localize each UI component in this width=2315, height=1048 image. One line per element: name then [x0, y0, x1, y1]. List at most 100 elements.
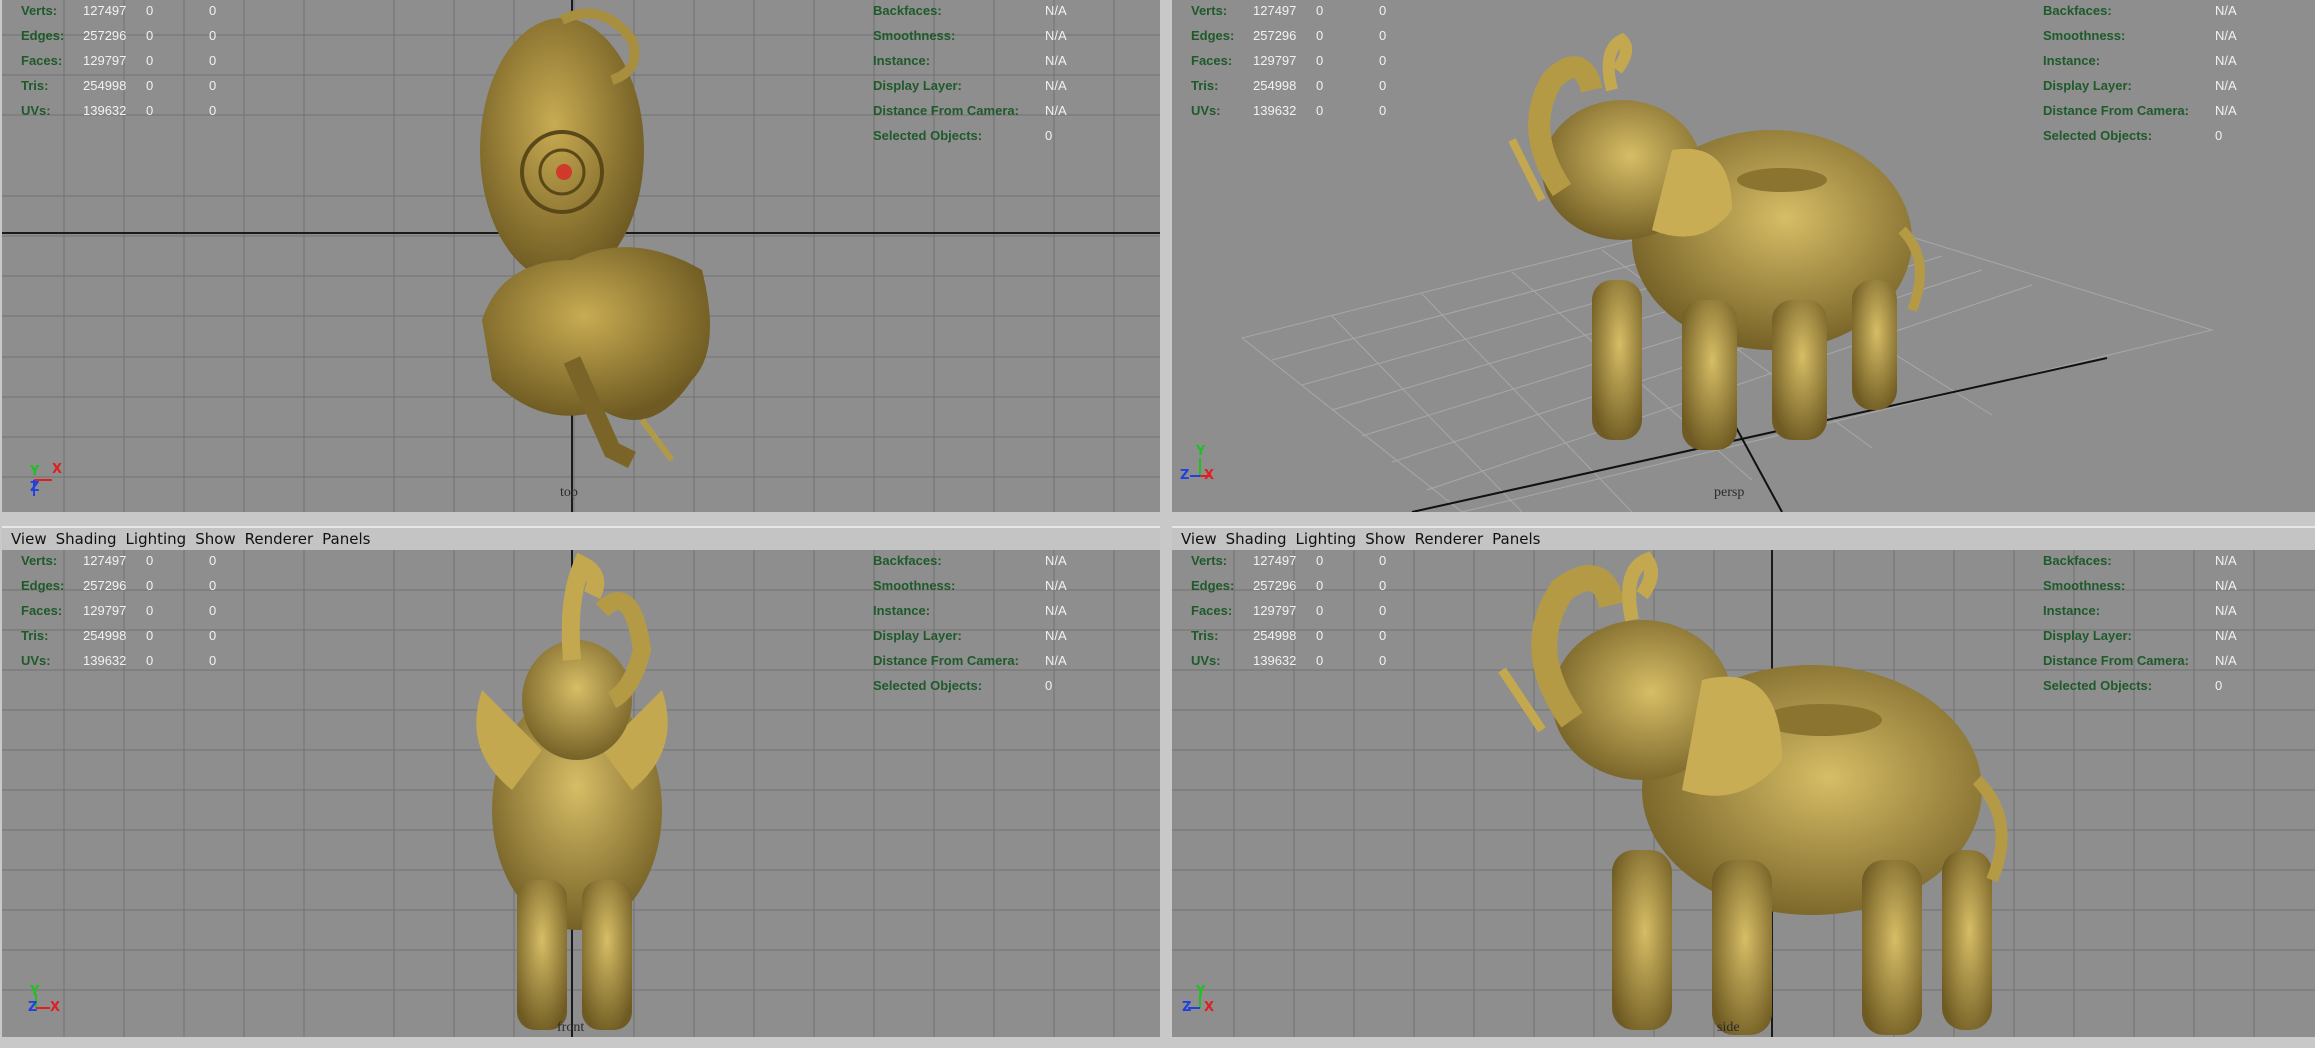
elephant-model-top[interactable]: [452, 0, 752, 512]
hud-row: Faces: 129797 0 0: [1191, 598, 1386, 623]
hud-value: 0: [1316, 103, 1324, 118]
axis-x-label: X: [1204, 468, 1215, 483]
hud-value: 257296: [83, 28, 127, 43]
menu-renderer[interactable]: Renderer: [245, 530, 313, 548]
hud-object-details: Backfaces: N/A Smoothness: N/A Instance: N/A D…: [2043, 0, 2237, 148]
hud-value: N/A: [1045, 553, 1067, 568]
hud-label: UVs:: [1191, 653, 1221, 668]
hud-row: Verts: 127497 0 0: [1191, 0, 1386, 23]
hud-row: Edges: 257296 0 0: [1191, 573, 1386, 598]
menu-view[interactable]: View: [1181, 530, 1217, 548]
hud-value: 139632: [83, 103, 127, 118]
viewport-front[interactable]: Verts: 127497 0 0 Edges: 257296 0 0 Faces: 129797…: [2, 550, 1160, 1037]
viewport-side[interactable]: Verts: 127497 0 0 Edges: 257296 0 0 Faces: 129797…: [1172, 550, 2315, 1037]
viewport-top[interactable]: Verts: 127497 0 0 Edges: 257296 0 0 Faces: 129797…: [2, 0, 1160, 512]
panel-divider-vertical[interactable]: [1160, 0, 1172, 1048]
viewport-persp[interactable]: Verts: 127497 0 0 Edges: 257296 0 0 Faces: 129797…: [1172, 0, 2315, 512]
hud-label: Instance:: [873, 53, 931, 68]
axis-x-label: X: [52, 462, 63, 477]
hud-value: 0: [1379, 3, 1387, 18]
hud-value: 257296: [1253, 28, 1297, 43]
hud-row: Edges: 257296 0 0: [1191, 23, 1386, 48]
menu-shading[interactable]: Shading: [56, 530, 117, 548]
hud-value: N/A: [2215, 578, 2237, 593]
hud-value: 0: [146, 603, 154, 618]
hud-label: Verts:: [21, 553, 58, 568]
hud-row: UVs: 139632 0 0: [21, 648, 216, 673]
axis-x-label: X: [50, 1000, 61, 1015]
elephant-model-persp[interactable]: [1472, 30, 1972, 490]
hud-value: 0: [1379, 628, 1387, 643]
hud-value: 129797: [83, 53, 127, 68]
hud-label: UVs:: [21, 103, 51, 118]
hud-value: 0: [1316, 653, 1324, 668]
camera-name: front: [557, 1020, 585, 1035]
hud-value: 0: [1316, 553, 1324, 568]
hud-row: Backfaces: N/A: [873, 550, 1067, 573]
hud-row: Instance: N/A: [873, 48, 1067, 73]
hud-row: Faces: 129797 0 0: [21, 598, 216, 623]
hud-value: 0: [146, 653, 154, 668]
hud-value: N/A: [1045, 628, 1067, 643]
hud-poly-count: Verts: 127497 0 0 Edges: 257296 0 0 Faces: 129797…: [1191, 0, 1386, 123]
hud-value: 0: [1379, 103, 1387, 118]
menu-lighting[interactable]: Lighting: [1296, 530, 1357, 548]
hud-value: 0: [1316, 578, 1324, 593]
menu-show[interactable]: Show: [195, 530, 235, 548]
panel-menu-bar-front: View Shading Lighting Show Renderer Pane…: [2, 526, 1160, 550]
hud-row: Display Layer: N/A: [873, 73, 1067, 98]
menu-panels[interactable]: Panels: [1492, 530, 1540, 548]
hud-value: 257296: [1253, 578, 1297, 593]
hud-row: Faces: 129797 0 0: [1191, 48, 1386, 73]
hud-value: N/A: [1045, 603, 1067, 618]
hud-value: 127497: [83, 3, 127, 18]
hud-label: Tris:: [1191, 628, 1219, 643]
hud-value: 0: [146, 578, 154, 593]
hud-label: Edges:: [1191, 28, 1235, 43]
hud-value: 129797: [1253, 53, 1297, 68]
hud-value: 254998: [83, 78, 127, 93]
hud-value: 0: [1316, 53, 1324, 68]
elephant-model-front[interactable]: [452, 550, 712, 1037]
hud-label: Instance:: [2043, 53, 2101, 68]
hud-value: 0: [209, 78, 217, 93]
hud-value: 0: [1316, 603, 1324, 618]
hud-object-details: Backfaces: N/A Smoothness: N/A Instance: N/A D…: [873, 0, 1067, 148]
axis-z-label: Z: [28, 1000, 38, 1015]
axis-y-label: Y: [30, 464, 40, 479]
hud-label: Edges:: [1191, 578, 1235, 593]
menu-renderer[interactable]: Renderer: [1415, 530, 1483, 548]
axis-z-label: Z: [1182, 1000, 1192, 1015]
hud-label: UVs:: [1191, 103, 1221, 118]
hud-row: Selected Objects: 0: [873, 673, 1067, 698]
hud-value: 0: [209, 603, 217, 618]
menu-lighting[interactable]: Lighting: [126, 530, 187, 548]
hud-value: N/A: [1045, 578, 1067, 593]
menu-show[interactable]: Show: [1365, 530, 1405, 548]
hud-row: Instance: N/A: [2043, 48, 2237, 73]
axis-gizmo: Y Z X: [1180, 984, 1220, 1024]
hud-row: Selected Objects: 0: [2043, 123, 2237, 148]
hud-value: 0: [1379, 78, 1387, 93]
hud-value: N/A: [1045, 78, 1067, 93]
hud-label: Distance From Camera:: [2043, 103, 2189, 118]
hud-row: Instance: N/A: [873, 598, 1067, 623]
hud-row: Distance From Camera: N/A: [2043, 648, 2237, 673]
hud-row: Selected Objects: 0: [2043, 673, 2237, 698]
hud-row: Display Layer: N/A: [873, 623, 1067, 648]
hud-row: Verts: 127497 0 0: [21, 550, 216, 573]
hud-value: N/A: [2215, 28, 2237, 43]
hud-label: Faces:: [1191, 603, 1233, 618]
hud-value: 0: [1045, 678, 1053, 693]
hud-value: 254998: [83, 628, 127, 643]
hud-value: N/A: [2215, 553, 2237, 568]
menu-shading[interactable]: Shading: [1226, 530, 1287, 548]
hud-row: Display Layer: N/A: [2043, 623, 2237, 648]
hud-value: 0: [146, 3, 154, 18]
hud-label: Backfaces:: [2043, 553, 2112, 568]
menu-view[interactable]: View: [11, 530, 47, 548]
hud-value: 0: [146, 628, 154, 643]
menu-panels[interactable]: Panels: [322, 530, 370, 548]
hud-label: Display Layer:: [2043, 628, 2132, 643]
elephant-model-side[interactable]: [1472, 550, 2032, 1037]
